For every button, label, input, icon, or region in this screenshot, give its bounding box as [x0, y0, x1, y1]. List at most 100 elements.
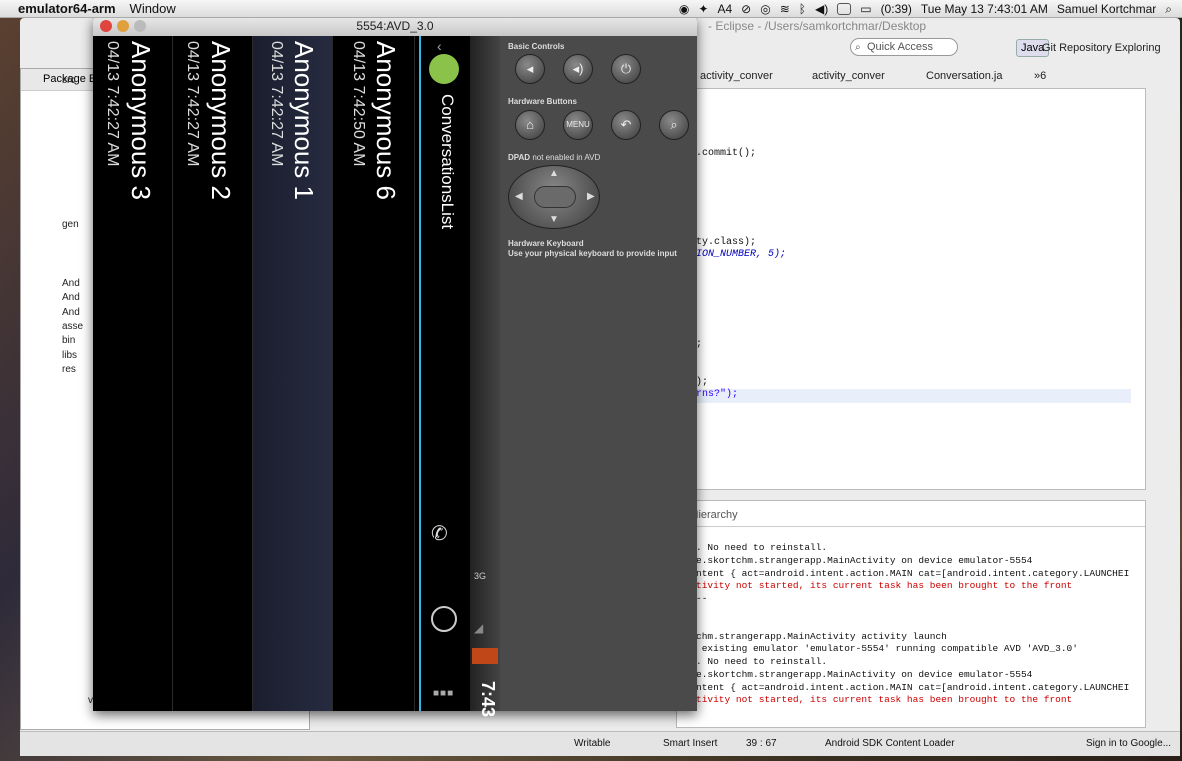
menu-button[interactable]: MENU: [563, 110, 593, 140]
volume-down-button[interactable]: ◂: [515, 54, 545, 84]
emulator-controls: Basic Controls ◂ ◂) ⏻ Hardware Buttons ⌂…: [500, 36, 697, 711]
device-clock: 7:43: [478, 681, 498, 718]
dropbox-icon[interactable]: ✦: [698, 2, 708, 16]
console-line: tivity not started, its current task has…: [696, 694, 1073, 705]
editor-tab[interactable]: activity_conver: [812, 70, 885, 82]
dpad-up-icon[interactable]: ▲: [549, 168, 559, 179]
console-line: e.skortchm.strangerapp.MainActivity on d…: [696, 555, 1033, 566]
battery-icon[interactable]: ▭: [860, 2, 871, 16]
dpad-down-icon[interactable]: ▼: [549, 214, 559, 225]
console-line: ntent { act=android.intent.action.MAIN c…: [696, 568, 1130, 579]
console-line: . No need to reinstall.: [696, 542, 828, 553]
power-button[interactable]: ⏻: [611, 54, 641, 84]
app-menu[interactable]: emulator64-arm: [18, 1, 116, 16]
signal-icon: ◢: [474, 621, 484, 635]
conversation-row[interactable]: Anonymous 2 04/13 7:42:27 AM: [173, 36, 253, 711]
search-icon: ⌕: [855, 42, 861, 53]
editor-tabs-overflow[interactable]: »6: [1034, 70, 1046, 82]
eclipse-title-text: - Eclipse - /Users/samkortchmar/Desktop: [708, 19, 927, 33]
keyboard-note: Use your physical keyboard to provide in…: [508, 249, 677, 258]
conversation-row-selected[interactable]: Anonymous 1 04/13 7:42:27 AM: [253, 36, 333, 711]
status-writable: Writable: [574, 738, 611, 749]
wifi-icon[interactable]: ≋: [780, 2, 790, 16]
conversation-row[interactable]: Anonymous 3 04/13 7:42:27 AM: [93, 36, 173, 711]
conversation-date: 04/13 7:42:27 AM: [104, 41, 121, 167]
battery-alert-icon: [472, 648, 498, 664]
dpad-right-icon[interactable]: ▶: [587, 191, 595, 202]
basic-controls-label: Basic Controls: [508, 42, 565, 51]
console-line: ntent { act=android.intent.action.MAIN c…: [696, 682, 1130, 693]
data-icon: 3G: [474, 571, 487, 581]
minimize-button[interactable]: [117, 20, 129, 32]
window-controls: [100, 20, 146, 32]
clock[interactable]: Tue May 13 7:43:01 AM: [921, 2, 1048, 16]
dpad-center[interactable]: [534, 186, 576, 208]
window-menu[interactable]: Window: [130, 1, 176, 16]
dpad[interactable]: ▲ ▼ ◀ ▶: [508, 165, 600, 229]
status-insert-mode: Smart Insert: [663, 738, 718, 749]
console-line: chm.strangerapp.MainActivity activity la…: [696, 631, 947, 642]
status-cursor-position: 39 : 67: [746, 738, 777, 749]
close-button[interactable]: [100, 20, 112, 32]
menu-extras: ◉ ✦ A4 ⊘ ◎ ≋ ᛒ ◀) ▭ (0:39) Tue May 13 7:…: [679, 0, 1172, 18]
eye-icon[interactable]: ◉: [679, 2, 689, 16]
perspective-git-label: Git Repository Exploring: [1042, 42, 1161, 54]
dpad-title: DPAD: [508, 153, 531, 162]
code-line: .commit();: [696, 148, 757, 159]
editor-tab[interactable]: Conversation.ja: [926, 70, 1002, 82]
sign-in-google[interactable]: Sign in to Google...: [1086, 738, 1171, 749]
console-line: . No need to reinstall.: [696, 656, 828, 667]
status-bar: Writable Smart Insert 39 : 67 Android SD…: [20, 731, 1180, 756]
user-name[interactable]: Samuel Kortchmar: [1057, 2, 1156, 16]
android-logo-icon[interactable]: [429, 54, 459, 84]
volume-up-button[interactable]: ◂): [563, 54, 593, 84]
volume-icon[interactable]: ◀): [815, 2, 828, 16]
conversation-date: 04/13 7:42:50 AM: [350, 41, 367, 167]
conversation-row[interactable]: Anonymous 6 04/13 7:42:50 AM: [335, 36, 415, 711]
console-tab[interactable]: l Hierarchy: [677, 501, 1145, 527]
console-line: tivity not started, its current task has…: [696, 580, 1073, 591]
editor-tab[interactable]: activity_conver: [700, 70, 773, 82]
gps-icon[interactable]: [431, 606, 457, 632]
sync-icon[interactable]: ⊘: [741, 2, 751, 16]
home-button[interactable]: ⌂: [515, 110, 545, 140]
perspective-java-label: Java: [1021, 42, 1045, 54]
keyboard-label: Hardware Keyboard: [508, 239, 584, 248]
status-loader: Android SDK Content Loader: [825, 738, 955, 749]
dpad-left-icon[interactable]: ◀: [515, 191, 523, 202]
code-line: ION_NUMBER, 5);: [696, 249, 787, 260]
console-line: e.skortchm.strangerapp.MainActivity on d…: [696, 669, 1033, 680]
code-line: rns?");: [696, 389, 739, 400]
quick-access-placeholder: Quick Access: [867, 41, 934, 53]
app-title: ConversationsList: [438, 94, 457, 230]
conversation-date: 04/13 7:42:27 AM: [184, 41, 201, 167]
search-button[interactable]: ⌕: [659, 110, 689, 140]
console-line: --: [696, 593, 708, 604]
quick-access-input[interactable]: ⌕ Quick Access: [850, 38, 958, 56]
perspective-git[interactable]: Git Repository Exploring: [1042, 42, 1161, 54]
overflow-menu-icon[interactable]: ■■■: [433, 688, 454, 699]
up-arrow-icon[interactable]: ‹: [437, 38, 442, 54]
conversation-date: 04/13 7:42:27 AM: [268, 41, 285, 167]
current-line-highlight: [676, 389, 1131, 403]
location-icon[interactable]: ◎: [760, 2, 770, 16]
conversation-name: Anonymous 1: [289, 41, 319, 200]
emulator-title: 5554:AVD_3.0: [356, 19, 434, 33]
emulator-window: 5554:AVD_3.0 Anonymous 3 04/13 7:42:27 A…: [93, 17, 697, 717]
hardware-buttons-label: Hardware Buttons: [508, 97, 577, 106]
conversation-name: Anonymous 6: [371, 41, 401, 200]
back-button[interactable]: ↶: [611, 110, 641, 140]
console-line: existing emulator 'emulator-5554' runnin…: [696, 643, 1078, 654]
battery-time: (0:39): [880, 2, 912, 16]
zoom-button[interactable]: [134, 20, 146, 32]
code-line: );: [696, 377, 709, 388]
spotlight-icon[interactable]: ⌕: [1165, 2, 1172, 17]
adobe-icon[interactable]: A4: [717, 2, 732, 16]
display-icon[interactable]: [837, 3, 852, 15]
bluetooth-icon[interactable]: ᛒ: [799, 2, 806, 16]
dpad-label: DPAD not enabled in AVD: [508, 153, 600, 162]
conversation-name: Anonymous 3: [126, 41, 156, 200]
adobe-count: 4: [725, 2, 733, 16]
call-icon[interactable]: ✆: [431, 521, 448, 546]
conversation-name: Anonymous 2: [206, 41, 236, 200]
